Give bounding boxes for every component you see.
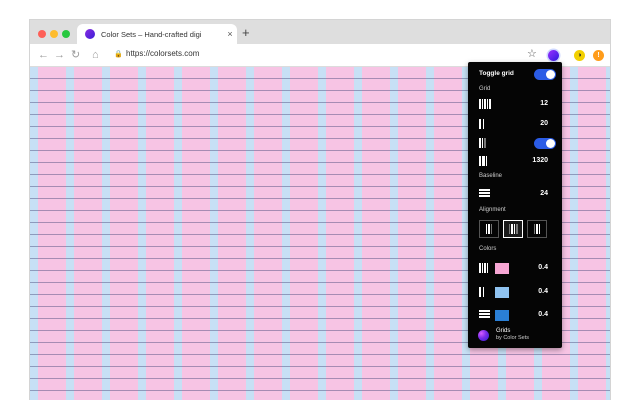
grids-extension-icon[interactable] [548,50,559,61]
minimize-window-button[interactable] [50,30,58,38]
grids-logo-icon [478,330,489,341]
baseline-row[interactable]: 24 [468,186,562,202]
site-logo-icon[interactable] [42,75,58,91]
maximize-window-button[interactable] [62,30,70,38]
alignment-section-heading: Alignment [479,207,506,213]
baseline-color-swatch[interactable] [495,310,509,321]
close-window-button[interactable] [38,30,46,38]
gutter-opacity-value[interactable]: 0.4 [538,284,548,300]
fluid-width-icon [479,138,491,148]
baseline-section-heading: Baseline [479,173,503,179]
gutter-value[interactable]: 20 [540,116,548,132]
gutter-icon [479,119,491,129]
address-bar[interactable]: https://colorsets.com [126,49,199,58]
alignment-group [479,220,547,238]
max-width-value[interactable]: 1320 [532,153,548,169]
max-width-row[interactable]: 1320 [468,153,562,169]
column-color-swatch[interactable] [495,263,509,274]
grid-section-heading: Grid [479,86,491,92]
fluid-row [468,135,562,151]
reload-icon[interactable]: ↻ [71,47,80,63]
toggle-grid-switch[interactable] [534,69,556,80]
baseline-icon [479,189,491,199]
home-icon[interactable]: ⌂ [92,47,99,63]
max-width-icon [479,156,491,166]
bookmark-star-icon[interactable]: ☆ [527,47,537,60]
toggle-grid-row: Toggle grid [468,66,562,82]
baseline-opacity-value[interactable]: 0.4 [538,307,548,323]
gutter-row[interactable]: 20 [468,116,562,132]
tab-title: Color Sets – Hand-crafted digi [101,29,202,39]
lock-icon[interactable]: 🔒 [114,50,123,58]
gutter-color-icon [479,287,491,297]
columns-row[interactable]: 12 [468,96,562,112]
columns-value[interactable]: 12 [540,96,548,112]
column-color-row[interactable]: 0.4 [468,260,562,276]
align-left-button[interactable] [479,220,499,238]
footer-app-name: Grids [496,328,511,334]
baseline-value[interactable]: 24 [540,186,548,202]
colors-section-heading: Colors [479,246,497,252]
columns-icon [479,99,491,109]
align-right-button[interactable] [527,220,547,238]
divider [30,394,610,395]
back-arrow-icon[interactable]: ← [38,47,49,63]
baseline-color-icon [479,310,491,320]
grids-popup: Toggle grid Grid 12 20 1320 Baseline 24 … [468,62,562,348]
site-name[interactable]: Color Sets [64,74,129,90]
baseline-color-row[interactable]: 0.4 [468,307,562,323]
gutter-color-swatch[interactable] [495,287,509,298]
column-opacity-value[interactable]: 0.4 [538,260,548,276]
extension-orange-icon[interactable]: ! [593,50,604,61]
tab-color-sets[interactable]: Color Sets – Hand-crafted digi × [77,24,237,44]
fluid-toggle-switch[interactable] [534,138,556,149]
tab-close-icon[interactable]: × [225,29,235,39]
alignment-row [468,220,562,238]
footer-byline: by Color Sets [496,335,530,341]
new-tab-button[interactable]: + [242,25,250,41]
tab-bar: Color Sets – Hand-crafted digi × + [30,20,610,44]
forward-arrow-icon[interactable]: → [54,47,65,63]
gutter-color-row[interactable]: 0.4 [468,284,562,300]
extension-yellow-icon[interactable]: ◑ [574,50,585,61]
align-center-button[interactable] [503,220,523,238]
toggle-grid-label: Toggle grid [479,70,514,77]
column-color-icon [479,263,491,273]
tab-favicon-icon [85,29,95,39]
